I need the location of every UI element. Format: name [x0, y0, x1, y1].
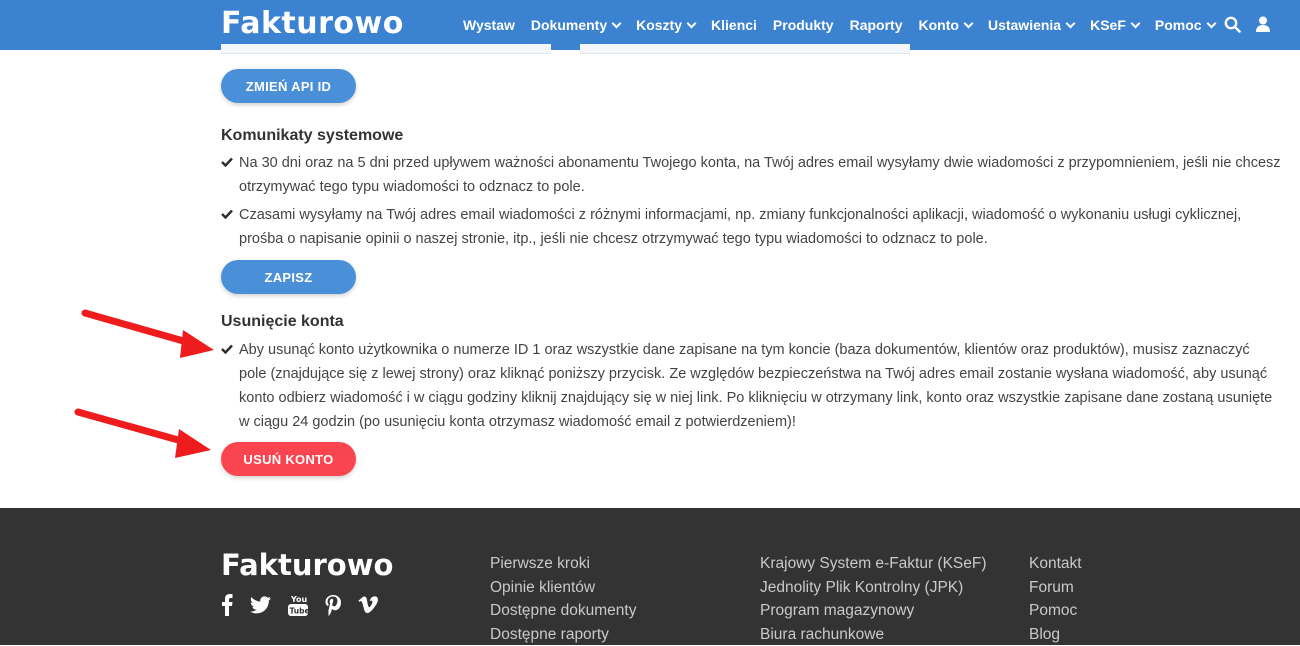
- nav-item-wystaw[interactable]: Wystaw: [463, 17, 515, 33]
- system-message-option: Na 30 dni oraz na 5 dni przed upływem wa…: [221, 151, 1281, 199]
- footer-link[interactable]: Program magazynowy: [760, 599, 987, 623]
- footer-link[interactable]: Krajowy System e-Faktur (KSeF): [760, 552, 987, 576]
- nav-label: Konto: [919, 17, 959, 33]
- footer-link[interactable]: Jednolity Plik Kontrolny (JPK): [760, 576, 987, 600]
- footer-link[interactable]: Dostępne raporty: [490, 623, 636, 646]
- system-messages-title: Komunikaty systemowe: [221, 127, 403, 145]
- main-nav: Wystaw Dokumenty Koszty Klienci Produkty…: [463, 0, 1231, 50]
- footer-column-1: Pierwsze kroki Opinie klientów Dostępne …: [490, 552, 636, 646]
- nav-item-ustawienia[interactable]: Ustawienia: [988, 17, 1074, 33]
- youtube-icon[interactable]: You Tube: [288, 594, 308, 621]
- checkbox-reminder-emails[interactable]: [221, 151, 239, 199]
- arrow-to-delete-button: [78, 412, 211, 458]
- nav-item-ksef[interactable]: KSeF: [1090, 17, 1139, 33]
- footer-column-3: Kontakt Forum Pomoc Blog: [1029, 552, 1082, 646]
- chevron-down-icon: [1130, 18, 1140, 28]
- nav-label: Koszty: [636, 17, 682, 33]
- api-id-field[interactable]: [221, 44, 551, 54]
- arrow-to-checkbox: [85, 313, 214, 358]
- nav-label: Dokumenty: [531, 17, 607, 33]
- chevron-down-icon: [687, 18, 697, 28]
- nav-label: Pomoc: [1155, 17, 1202, 33]
- nav-item-produkty[interactable]: Produkty: [773, 17, 834, 33]
- check-icon: [221, 344, 233, 354]
- delete-account-button[interactable]: USUŃ KONTO: [221, 442, 356, 476]
- change-api-id-button[interactable]: ZMIEŃ API ID: [221, 69, 356, 103]
- nav-item-koszty[interactable]: Koszty: [636, 17, 695, 33]
- nav-label: Klienci: [711, 17, 757, 33]
- user-icon[interactable]: [1256, 16, 1270, 38]
- footer-column-2: Krajowy System e-Faktur (KSeF) Jednolity…: [760, 552, 987, 646]
- social-links: You Tube: [221, 594, 395, 621]
- nav-label: Wystaw: [463, 17, 515, 33]
- nav-label: Produkty: [773, 17, 834, 33]
- svg-text:Tube: Tube: [290, 607, 309, 616]
- save-button[interactable]: ZAPISZ: [221, 260, 356, 294]
- check-icon: [221, 157, 233, 167]
- nav-item-dokumenty[interactable]: Dokumenty: [531, 17, 620, 33]
- footer-link[interactable]: Blog: [1029, 623, 1082, 646]
- api-key-field[interactable]: [580, 44, 910, 54]
- footer-link[interactable]: Forum: [1029, 576, 1082, 600]
- nav-label: Raporty: [850, 17, 903, 33]
- top-navigation-bar: Fakturowo Wystaw Dokumenty Koszty Klienc…: [0, 0, 1300, 50]
- chevron-down-icon: [1066, 18, 1076, 28]
- footer-logo[interactable]: Fakturowo: [221, 548, 393, 582]
- twitter-icon[interactable]: [250, 596, 271, 619]
- vimeo-icon[interactable]: [358, 596, 378, 619]
- footer-link[interactable]: Biura rachunkowe: [760, 623, 987, 646]
- footer-link[interactable]: Pomoc: [1029, 599, 1082, 623]
- search-icon[interactable]: [1224, 16, 1241, 38]
- delete-account-title: Usunięcie konta: [221, 313, 344, 331]
- delete-account-option: Aby usunąć konto użytkownika o numerze I…: [221, 338, 1281, 434]
- option-text: Na 30 dni oraz na 5 dni przed upływem wa…: [239, 151, 1281, 199]
- option-text: Czasami wysyłamy na Twój adres email wia…: [239, 203, 1281, 251]
- checkbox-info-emails[interactable]: [221, 203, 239, 251]
- chevron-down-icon: [612, 18, 622, 28]
- footer-link[interactable]: Pierwsze kroki: [490, 552, 636, 576]
- delete-account-text: Aby usunąć konto użytkownika o numerze I…: [239, 338, 1281, 434]
- logo[interactable]: Fakturowo: [221, 6, 404, 41]
- svg-text:You: You: [290, 595, 308, 604]
- chevron-down-icon: [964, 18, 974, 28]
- checkbox-confirm-delete[interactable]: [221, 338, 239, 434]
- footer: Fakturowo You Tube Pierwsze kroki Opinie …: [0, 508, 1300, 645]
- footer-link[interactable]: Kontakt: [1029, 552, 1082, 576]
- footer-link[interactable]: Opinie klientów: [490, 576, 636, 600]
- nav-label: KSeF: [1090, 17, 1126, 33]
- nav-item-konto[interactable]: Konto: [919, 17, 972, 33]
- footer-link[interactable]: Dostępne dokumenty: [490, 599, 636, 623]
- nav-item-klienci[interactable]: Klienci: [711, 17, 757, 33]
- nav-item-pomoc[interactable]: Pomoc: [1155, 17, 1215, 33]
- chevron-down-icon: [1206, 18, 1216, 28]
- check-icon: [221, 209, 233, 219]
- system-message-option: Czasami wysyłamy na Twój adres email wia…: [221, 203, 1281, 251]
- facebook-icon[interactable]: [221, 594, 233, 621]
- nav-item-raporty[interactable]: Raporty: [850, 17, 903, 33]
- nav-label: Ustawienia: [988, 17, 1061, 33]
- pinterest-icon[interactable]: [325, 595, 341, 621]
